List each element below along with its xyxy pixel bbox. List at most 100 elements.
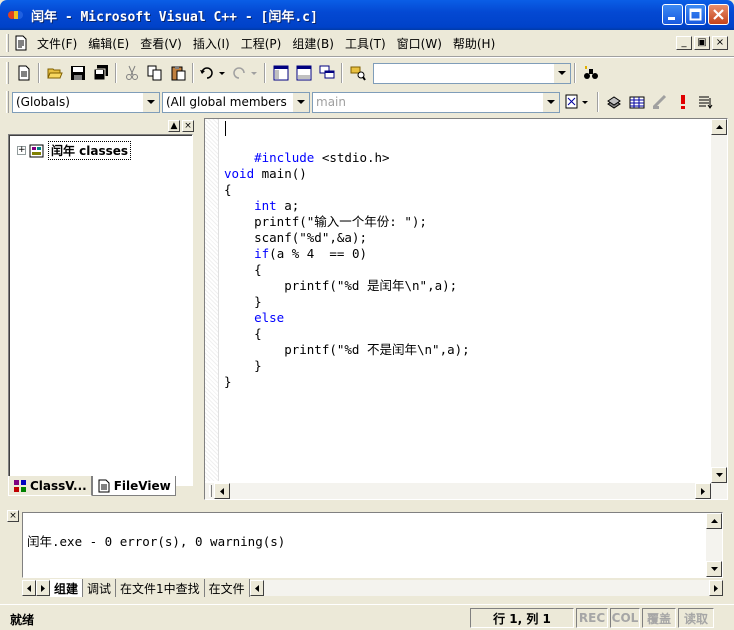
document-icon[interactable] (13, 35, 29, 51)
find-button[interactable] (579, 62, 602, 84)
minimize-button[interactable] (662, 4, 683, 25)
insert-breakpoint-button[interactable] (694, 91, 717, 113)
output-close-button[interactable]: × (7, 510, 19, 522)
scope-combo[interactable]: (Globals) (12, 91, 160, 113)
wizard-actions-button[interactable] (562, 91, 594, 113)
build-icon (629, 96, 644, 109)
menu-view[interactable]: 查看(V) (136, 33, 186, 54)
code-line: { (224, 326, 262, 341)
toolbar-separator (597, 92, 599, 112)
editor-vertical-scrollbar[interactable] (711, 119, 727, 483)
class-tree[interactable]: + 闰年 classes (8, 134, 193, 486)
tab-find-in-files-2[interactable]: 在文件 (205, 579, 250, 597)
function-value: main (316, 94, 346, 109)
menu-help[interactable]: 帮助(H) (449, 33, 499, 54)
split-handle[interactable] (209, 485, 212, 497)
function-combo[interactable]: main (312, 91, 560, 113)
open-button[interactable] (43, 62, 66, 84)
close-button[interactable] (708, 4, 729, 25)
output-vertical-scrollbar[interactable] (706, 513, 722, 577)
open-folder-icon (46, 68, 63, 79)
scroll-left-button[interactable] (214, 483, 230, 499)
output-window[interactable]: 闰年.exe - 0 error(s), 0 warning(s) (22, 512, 723, 578)
members-dropdown-arrow[interactable] (292, 92, 309, 112)
code-line: } (224, 358, 262, 373)
scroll-right-button[interactable] (695, 483, 711, 499)
code-line: scanf("%d",&a); (224, 230, 367, 245)
menu-window[interactable]: 窗口(W) (393, 33, 446, 54)
toolbar-separator (115, 63, 117, 83)
find-in-files-button[interactable] (346, 62, 369, 84)
editor-gutter[interactable] (205, 119, 219, 481)
find-dropdown-arrow[interactable] (553, 63, 570, 83)
menu-tools[interactable]: 工具(T) (341, 33, 390, 54)
menu-file[interactable]: 文件(F) (33, 33, 81, 54)
output-hscroll-left-button[interactable] (249, 580, 264, 596)
menu-grip[interactable] (6, 34, 9, 52)
toolbar-grip[interactable] (6, 62, 9, 84)
tab-scroll-right-button[interactable] (36, 580, 50, 596)
code-line: printf("输入一个年份: "); (224, 214, 427, 229)
tab-classview-label: ClassV... (30, 478, 87, 493)
window-list-button[interactable] (315, 62, 338, 84)
expand-icon[interactable]: + (17, 146, 26, 155)
status-overwrite: 覆盖 (642, 608, 676, 628)
wizard-grip[interactable] (6, 91, 9, 113)
workspace-maximize-button[interactable]: ▲ (168, 120, 180, 132)
workspace-header: ▲ × (6, 118, 196, 134)
wizard-action-icon (565, 94, 588, 109)
function-dropdown-arrow[interactable] (542, 92, 559, 112)
save-all-button[interactable] (89, 62, 112, 84)
redo-icon (233, 67, 257, 79)
code-text[interactable]: #include <stdio.h> void main(){ int a; pr… (224, 134, 470, 422)
scroll-down-button[interactable] (711, 467, 727, 483)
code-editor[interactable]: #include <stdio.h> void main(){ int a; pr… (204, 118, 728, 500)
arrow-right-icon (41, 584, 45, 592)
tab-build[interactable]: 组建 (50, 579, 84, 597)
mdi-restore-button[interactable]: ▣ (694, 36, 710, 50)
mdi-minimize-button[interactable]: _ (676, 36, 692, 50)
tab-fileview[interactable]: FileView (91, 476, 176, 496)
menu-edit[interactable]: 编辑(E) (84, 33, 133, 54)
code-line: { (224, 262, 262, 277)
new-file-button[interactable] (12, 62, 35, 84)
tab-scroll-left-button[interactable] (22, 580, 36, 596)
breakpoint-list-icon (698, 96, 712, 109)
wizard-bar: (Globals) (All global members main (0, 88, 734, 116)
mdi-close-button[interactable]: × (712, 36, 728, 50)
menu-project[interactable]: 工程(P) (237, 33, 286, 54)
tab-classview[interactable]: ClassV... (8, 476, 92, 496)
scroll-up-button[interactable] (711, 119, 727, 135)
copy-button[interactable] (143, 62, 166, 84)
code-line: #include <stdio.h> (224, 150, 390, 165)
scope-dropdown-arrow[interactable] (142, 92, 159, 112)
tree-item-classes[interactable]: + 闰年 classes (17, 141, 132, 160)
cut-button[interactable] (120, 62, 143, 84)
output-pane: × 闰年.exe - 0 error(s), 0 warning(s) 组建 调… (6, 508, 728, 602)
tree-root-label: 闰年 classes (48, 141, 132, 160)
workspace-close-button[interactable]: × (182, 120, 194, 132)
workspace-button[interactable] (269, 62, 292, 84)
save-button[interactable] (66, 62, 89, 84)
undo-button[interactable] (197, 62, 229, 84)
output-hscroll-track[interactable] (263, 580, 709, 596)
output-button[interactable] (292, 62, 315, 84)
output-hscroll-right-button[interactable] (709, 580, 723, 596)
menu-insert[interactable]: 插入(I) (189, 33, 234, 54)
toolbar-separator (264, 63, 266, 83)
output-scroll-up-button[interactable] (706, 513, 722, 529)
find-combo[interactable] (373, 62, 571, 84)
maximize-button[interactable] (685, 4, 706, 25)
members-combo[interactable]: (All global members (162, 91, 310, 113)
paste-button[interactable] (166, 62, 189, 84)
editor-horizontal-scrollbar[interactable] (205, 483, 727, 499)
tab-find-in-files-1[interactable]: 在文件1中查找 (116, 579, 205, 597)
redo-button[interactable] (229, 62, 261, 84)
execute-button[interactable] (671, 91, 694, 113)
stop-build-button[interactable] (648, 91, 671, 113)
compile-button[interactable] (602, 91, 625, 113)
menu-build[interactable]: 组建(B) (288, 33, 338, 54)
build-button[interactable] (625, 91, 648, 113)
tab-debug[interactable]: 调试 (83, 579, 117, 597)
output-scroll-down-button[interactable] (706, 561, 722, 577)
